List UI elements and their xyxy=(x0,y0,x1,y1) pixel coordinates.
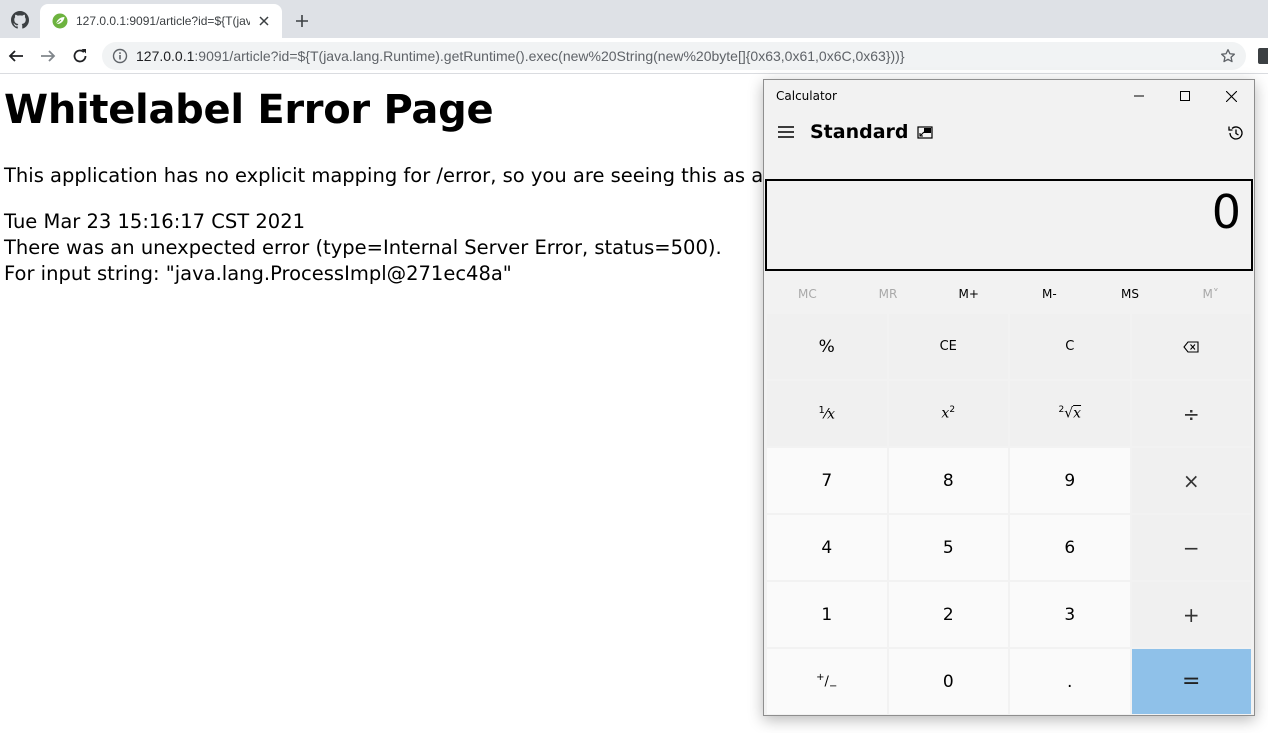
digit-1-button[interactable]: 1 xyxy=(767,582,887,647)
browser-tab[interactable]: 127.0.0.1:9091/article?id=${T(java.lang.… xyxy=(40,4,282,38)
browser-tab-strip: 127.0.0.1:9091/article?id=${T(java.lang.… xyxy=(0,0,1268,38)
digit-2-button[interactable]: 2 xyxy=(888,582,1008,647)
url-path: :9091/article?id=${T(java.lang.Runtime).… xyxy=(194,48,905,64)
plus-icon[interactable] xyxy=(290,9,314,33)
digit-5-button[interactable]: 5 xyxy=(888,515,1008,580)
url-host: 127.0.0.1 xyxy=(136,48,195,64)
calculator-header: Standard xyxy=(764,116,1254,150)
subtract-button[interactable]: − xyxy=(1131,515,1251,580)
maximize-icon[interactable] xyxy=(1162,80,1208,112)
backspace-button[interactable] xyxy=(1131,314,1251,379)
digit-4-button[interactable]: 4 xyxy=(767,515,887,580)
memory-subtract-button[interactable]: M- xyxy=(1009,280,1090,308)
keep-on-top-icon[interactable] xyxy=(914,122,936,144)
square-root-button[interactable]: 2√x xyxy=(1010,381,1130,446)
digit-7-button[interactable]: 7 xyxy=(767,448,887,513)
multiply-button[interactable]: × xyxy=(1131,448,1251,513)
square-icon: x2 xyxy=(941,405,956,422)
keypad: % CE C 1⁄x x2 2√x ÷ 7 8 9 × 4 5 6 − 1 2 … xyxy=(767,314,1251,714)
tab-title: 127.0.0.1:9091/article?id=${T(java.lang.… xyxy=(76,14,250,28)
memory-list-button[interactable]: M˅ xyxy=(1170,280,1251,308)
error-message: For input string: "java.lang.ProcessImpl… xyxy=(4,262,512,285)
close-icon[interactable] xyxy=(256,13,272,29)
percent-button[interactable]: % xyxy=(767,314,887,379)
decimal-button[interactable]: . xyxy=(1010,649,1130,714)
extension-icon[interactable] xyxy=(1258,48,1268,64)
history-icon[interactable] xyxy=(1224,121,1248,145)
square-root-icon: 2√x xyxy=(1058,405,1082,422)
backspace-icon xyxy=(1183,340,1199,353)
calculator-display: 0 xyxy=(765,179,1253,271)
negate-button[interactable]: +/− xyxy=(767,649,887,714)
digit-6-button[interactable]: 6 xyxy=(1010,515,1130,580)
display-value: 0 xyxy=(1211,185,1241,239)
info-icon[interactable] xyxy=(112,48,128,64)
github-icon[interactable] xyxy=(8,8,32,32)
memory-recall-button[interactable]: MR xyxy=(848,280,929,308)
divide-button[interactable]: ÷ xyxy=(1131,381,1251,446)
clear-entry-button[interactable]: CE xyxy=(888,314,1008,379)
calculator-titlebar[interactable]: Calculator xyxy=(764,80,1254,112)
star-icon[interactable] xyxy=(1218,46,1238,66)
window-title: Calculator xyxy=(776,89,837,103)
error-type: There was an unexpected error (type=Inte… xyxy=(4,236,722,259)
memory-store-button[interactable]: MS xyxy=(1090,280,1171,308)
clear-button[interactable]: C xyxy=(1010,314,1130,379)
error-timestamp: Tue Mar 23 15:16:17 CST 2021 xyxy=(4,210,306,233)
minimize-icon[interactable] xyxy=(1116,80,1162,112)
page-title: Whitelabel Error Page xyxy=(4,87,494,133)
back-arrow-icon[interactable] xyxy=(4,44,28,68)
url-text: 127.0.0.1:9091/article?id=${T(java.lang.… xyxy=(136,48,1218,64)
square-button[interactable]: x2 xyxy=(888,381,1008,446)
spring-leaf-icon xyxy=(52,13,68,29)
digit-9-button[interactable]: 9 xyxy=(1010,448,1130,513)
reciprocal-icon: 1⁄x xyxy=(818,404,836,423)
address-bar[interactable]: 127.0.0.1:9091/article?id=${T(java.lang.… xyxy=(102,42,1246,70)
negate-icon: +/− xyxy=(816,671,838,692)
digit-8-button[interactable]: 8 xyxy=(888,448,1008,513)
add-button[interactable]: + xyxy=(1131,582,1251,647)
digit-0-button[interactable]: 0 xyxy=(888,649,1008,714)
equals-button[interactable]: = xyxy=(1131,649,1251,714)
hamburger-menu-icon[interactable] xyxy=(772,118,800,146)
digit-3-button[interactable]: 3 xyxy=(1010,582,1130,647)
browser-toolbar: 127.0.0.1:9091/article?id=${T(java.lang.… xyxy=(0,38,1268,74)
reload-icon[interactable] xyxy=(68,44,92,68)
error-description: This application has no explicit mapping… xyxy=(4,164,852,187)
calculator-window: Calculator Standard 0 MC MR M+ M- MS M˅ xyxy=(763,79,1255,716)
mode-title: Standard xyxy=(810,121,909,143)
memory-add-button[interactable]: M+ xyxy=(928,280,1009,308)
close-icon[interactable] xyxy=(1208,80,1254,112)
error-details: Tue Mar 23 15:16:17 CST 2021 There was a… xyxy=(4,209,722,287)
forward-arrow-icon[interactable] xyxy=(36,44,60,68)
reciprocal-button[interactable]: 1⁄x xyxy=(767,381,887,446)
memory-clear-button[interactable]: MC xyxy=(767,280,848,308)
memory-row: MC MR M+ M- MS M˅ xyxy=(767,280,1251,308)
